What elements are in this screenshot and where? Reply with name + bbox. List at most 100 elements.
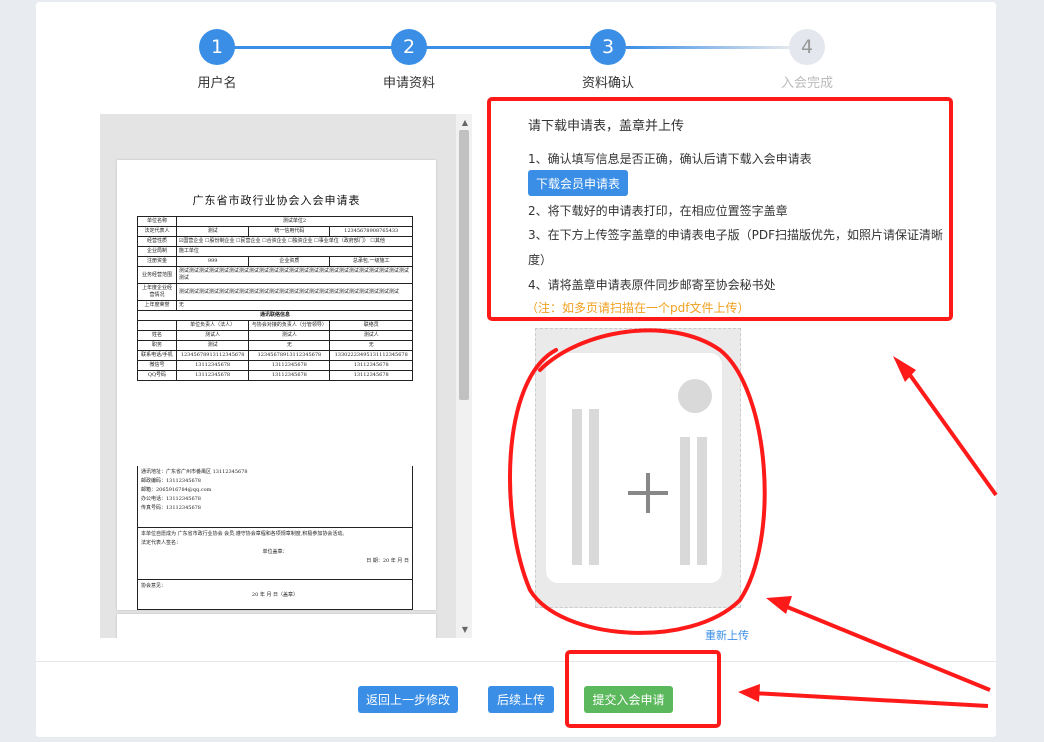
form-text-line: 邮箱：2065916784@qq.com <box>141 487 212 493</box>
form-cell: 无 <box>248 340 331 351</box>
form-cell: 12345678913112345678 <box>248 350 331 361</box>
form-cell: 13112345678 <box>248 370 331 381</box>
form-cell: 999 <box>175 256 250 267</box>
form-row: 微信号 13112345678 13112345678 13112345678 <box>137 360 413 371</box>
preview-scrollbar[interactable]: ▲ ▼ <box>456 114 472 638</box>
placeholder-bar <box>589 409 599 565</box>
opinion-block: 协会意见： 20 年 月 日（盖章） <box>137 580 413 610</box>
form-cell: 与协会对接的负责人（分管领导） <box>248 320 331 331</box>
form-cell: 通讯联络信息 <box>137 310 413 321</box>
form-cell <box>137 320 177 331</box>
form-cell: 测试 <box>175 226 250 237</box>
instruction-step-1: 1、确认填写信息是否正确，确认后请下载入会申请表 <box>528 152 812 166</box>
form-cell: 单位负责人（法人） <box>175 320 250 331</box>
form-cell: 单位名称 <box>137 216 177 227</box>
form-cell: 总承包,一级施工 <box>329 256 413 267</box>
form-cell: 13302223495131112345678 <box>329 350 413 361</box>
footer-divider <box>36 661 996 662</box>
form-row: 上年度企业经营情况 测试测试测试测试测试测试测试测试测试测试测试测试测试测试测试测… <box>137 283 414 301</box>
step-line-2 <box>426 46 592 49</box>
form-cell: 13112345678 <box>329 360 413 371</box>
form-row: QQ号码 13112345678 13112345678 13112345678 <box>137 370 413 381</box>
form-cell: QQ号码 <box>137 370 177 381</box>
application-form-table: 单位名称 测试单位2 法定代表人 测试 统一信用代码 12345678908765433 经… <box>137 216 414 381</box>
form-row: 单位负责人（法人） 与协会对接的负责人（分管领导） 联络员 <box>137 320 413 331</box>
form-cell: 联络员 <box>329 320 413 331</box>
form-cell: 测试测试测试测试测试测试测试测试测试测试测试测试测试测试测试测试测试测试测试测试… <box>175 283 414 301</box>
form-cell: 13112345678 <box>175 370 250 381</box>
form-row: 职务 测试无无 <box>137 340 413 351</box>
step-label-1: 用户名 <box>197 76 237 91</box>
form-text-line: 单位盖章： <box>262 549 288 555</box>
form-row: 单位名称 测试单位2 <box>137 216 414 227</box>
form-cell: 企业资质 <box>248 256 331 267</box>
plus-icon[interactable] <box>628 473 668 513</box>
form-cell: 测试测试测试测试测试测试测试测试测试测试测试测试测试测试测试测试测试测试测试测试… <box>175 266 414 284</box>
step-circle-2: 2 <box>391 29 427 65</box>
submit-application-button[interactable]: 提交入会申请 <box>584 686 673 713</box>
form-row: 上年度荣誉无 <box>137 300 414 311</box>
scroll-thumb[interactable] <box>459 130 469 400</box>
form-cell: 13112345678 <box>175 360 250 371</box>
instruction-step-3: 3、在下方上传签字盖章的申请表电子版（PDF扫描版优先，如照片请保证清晰 <box>528 228 944 242</box>
document-page: 广东省市政行业协会入会申请表 单位名称 测试单位2 法定代表人 测试 统一信用代码 123… <box>117 160 436 610</box>
step-line-1 <box>234 46 392 49</box>
form-cell: 无 <box>329 340 413 351</box>
instructions-heading: 请下载申请表，盖章并上传 <box>528 119 685 134</box>
form-row: 通讯联络信息 <box>137 310 413 321</box>
document-page-2 <box>117 614 436 638</box>
scroll-up-icon[interactable]: ▲ <box>462 118 468 127</box>
form-row: 注册资金 999 企业资质 总承包,一级施工 <box>137 256 413 267</box>
form-cell: 经营性质 <box>137 236 177 247</box>
form-cell: 企业局制 <box>137 246 177 257</box>
form-cell: 12345678908765433 <box>329 226 413 237</box>
form-text-line: 法定代表人签名： <box>141 540 182 546</box>
back-button[interactable]: 返回上一步修改 <box>358 686 458 713</box>
step-label-4: 入会完成 <box>780 76 834 91</box>
form-cell: 测试单位2 <box>175 216 414 227</box>
form-text-line: 本单位自愿成为 广东省市政行业协会 会员,遵守协会章程和各项规章制度,积极参加协… <box>141 531 348 537</box>
form-cell: 无 <box>175 300 414 311</box>
form-row: 业务经营范围 测试测试测试测试测试测试测试测试测试测试测试测试测试测试测试测试测试… <box>137 266 414 284</box>
form-text-line: 协会意见： <box>141 583 167 589</box>
upload-dropzone[interactable] <box>535 328 741 608</box>
step-line-3 <box>626 46 790 49</box>
file-placeholder-icon <box>546 353 722 583</box>
form-row: 经营性质 ☑国营企业 ☐股份制企业 ☐民营企业 ☐合资企业 ☐独资企业 ☐事业单位… <box>137 236 414 247</box>
instruction-step-3-cont: 度） <box>528 253 553 267</box>
form-cell: 上年度企业经营情况 <box>137 283 177 301</box>
reupload-link[interactable]: 重新上传 <box>705 627 749 643</box>
download-form-button[interactable]: 下载会员申请表 <box>528 170 628 196</box>
instruction-step-2: 2、将下载好的申请表打印，在相应位置签字盖章 <box>528 204 788 218</box>
form-row: 企业局制 施工单位 <box>137 246 414 257</box>
form-row: 姓名 测试人 测试人 测试人 <box>137 330 413 341</box>
form-cell: 注册资金 <box>137 256 177 267</box>
form-cell: 13112345678 <box>248 360 331 371</box>
form-text-line: 传真号码：13112345678 <box>141 505 201 511</box>
form-cell: 测试人 <box>248 330 331 341</box>
form-text-line: 20 年 月 日（盖章） <box>251 592 299 598</box>
form-cell: 姓名 <box>137 330 177 341</box>
instruction-step-4: 4、请将盖章申请表原件同步邮寄至协会秘书处 <box>528 278 776 292</box>
form-cell: 业务经营范围 <box>137 266 177 284</box>
placeholder-bar <box>697 437 707 565</box>
form-cell: 施工单位 <box>175 246 414 257</box>
step-label-3: 资料确认 <box>581 76 635 91</box>
upload-later-button[interactable]: 后续上传 <box>488 686 554 713</box>
address-block: 通讯地址：广东省广州市番禺区 13112345678 邮政编码：131123456… <box>137 466 413 528</box>
document-title: 广东省市政行业协会入会申请表 <box>192 194 361 207</box>
step-label-2: 申请资料 <box>382 76 436 91</box>
form-text-line: 通讯地址：广东省广州市番禺区 13112345678 <box>141 469 248 475</box>
form-text-line: 邮政编码：13112345678 <box>141 478 201 484</box>
step-circle-1: 1 <box>199 29 235 65</box>
form-cell: 联系电话/手机 <box>137 350 177 361</box>
document-preview[interactable]: 广东省市政行业协会入会申请表 单位名称 测试单位2 法定代表人 测试 统一信用代码 123… <box>100 114 472 638</box>
form-cell: 微信号 <box>137 360 177 371</box>
placeholder-bar <box>680 437 690 565</box>
form-cell: 上年度荣誉 <box>137 300 177 311</box>
declaration-block: 本单位自愿成为 广东省市政行业协会 会员,遵守协会章程和各项规章制度,积极参加协… <box>137 528 413 580</box>
form-cell: ☑国营企业 ☐股份制企业 ☐民营企业 ☐合资企业 ☐独资企业 ☐事业单位（政府部… <box>175 236 414 247</box>
step-circle-4: 4 <box>789 29 825 65</box>
scroll-down-icon[interactable]: ▼ <box>462 625 468 634</box>
form-cell: 13112345678 <box>329 370 413 381</box>
